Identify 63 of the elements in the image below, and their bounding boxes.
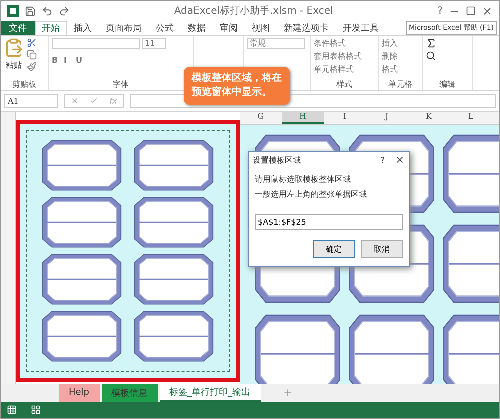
name-box[interactable]: A1: [4, 94, 58, 108]
font-name-field[interactable]: [52, 38, 140, 49]
font-size-field[interactable]: 11: [142, 38, 166, 49]
app-logo-icon: [7, 5, 19, 17]
ready-icon: [7, 405, 17, 415]
ribbon-tab[interactable]: 开始: [35, 21, 67, 35]
styles-menu-item[interactable]: 条件格式: [314, 38, 362, 49]
group-label: 字体: [112, 79, 130, 90]
range-input-field[interactable]: $A$1:$F$25: [255, 214, 403, 230]
copy-icon[interactable]: [27, 50, 37, 60]
ribbon-tab[interactable]: 开发工具: [336, 21, 386, 35]
ribbon-tab[interactable]: 新建选项卡: [277, 21, 336, 35]
number-format-field[interactable]: 常规: [247, 38, 305, 49]
paste-button[interactable]: 粘贴: [6, 60, 22, 71]
help-button[interactable]: ?: [438, 6, 443, 16]
maximize-icon[interactable]: [466, 6, 476, 16]
dialog-text: 请用鼠标选取模板整体区域: [255, 174, 352, 185]
column-header[interactable]: K: [408, 112, 450, 124]
redo-icon[interactable]: [59, 6, 70, 16]
dialog-title: 设置模板区域: [253, 154, 302, 166]
column-header[interactable]: H: [282, 112, 324, 124]
cut-icon[interactable]: [27, 38, 37, 48]
ribbon-tab[interactable]: 视图: [245, 21, 277, 35]
brush-icon[interactable]: [27, 62, 37, 72]
check-icon[interactable]: [90, 97, 98, 105]
sheet-tab[interactable]: 模板信息: [102, 384, 158, 402]
ribbon-tab[interactable]: 公式: [149, 21, 181, 35]
group-label: 剪贴板: [12, 79, 38, 90]
sheet-tab[interactable]: 标签_单行打印_输出: [160, 384, 261, 402]
group-label: 样式: [336, 79, 354, 90]
dialog-help-button[interactable]: ?: [380, 156, 385, 164]
cells-menu-item[interactable]: 插入: [382, 38, 398, 49]
group-label: 编辑: [438, 79, 456, 90]
dialog-button[interactable]: 取消: [361, 240, 403, 258]
font-style-button[interactable]: I: [64, 56, 73, 65]
sheet-tab[interactable]: Help: [59, 384, 100, 402]
styles-menu-item[interactable]: 套用表格格式: [314, 51, 362, 62]
group-label: 单元格: [388, 79, 414, 90]
ribbon-tab[interactable]: 审阅: [213, 21, 245, 35]
column-header[interactable]: G: [240, 112, 282, 124]
ribbon-tab[interactable]: 数据: [181, 21, 213, 35]
close-icon[interactable]: [482, 6, 493, 16]
undo-icon[interactable]: [42, 6, 53, 16]
callout-note: 模板整体区域，将在预览窗体中显示。: [184, 67, 290, 105]
ribbon-tab[interactable]: 插入: [67, 21, 99, 35]
dialog-button[interactable]: 确定: [313, 240, 355, 258]
column-header[interactable]: L: [450, 112, 492, 124]
column-header[interactable]: J: [366, 112, 408, 124]
search-icon[interactable]: [426, 51, 436, 61]
font-style-button[interactable]: U: [76, 56, 85, 65]
ribbon-tab[interactable]: 页面布局: [99, 21, 149, 35]
sum-icon[interactable]: [426, 38, 437, 49]
cells-menu-item[interactable]: 删除: [382, 51, 398, 62]
column-header[interactable]: I: [324, 112, 366, 124]
font-style-button[interactable]: B: [52, 56, 61, 65]
save-icon[interactable]: [25, 6, 36, 16]
window-title: AdaExcel标打小助手.xlsm - Excel: [173, 4, 334, 18]
ribbon-tab[interactable]: 文件: [1, 21, 35, 35]
cells-menu-item[interactable]: 格式: [382, 64, 398, 75]
dialog-text: 一般选用左上角的整张单据区域: [255, 189, 368, 200]
styles-menu-item[interactable]: 单元格样式: [314, 64, 362, 75]
macro-icon[interactable]: [31, 405, 41, 415]
close-icon[interactable]: [395, 155, 405, 165]
